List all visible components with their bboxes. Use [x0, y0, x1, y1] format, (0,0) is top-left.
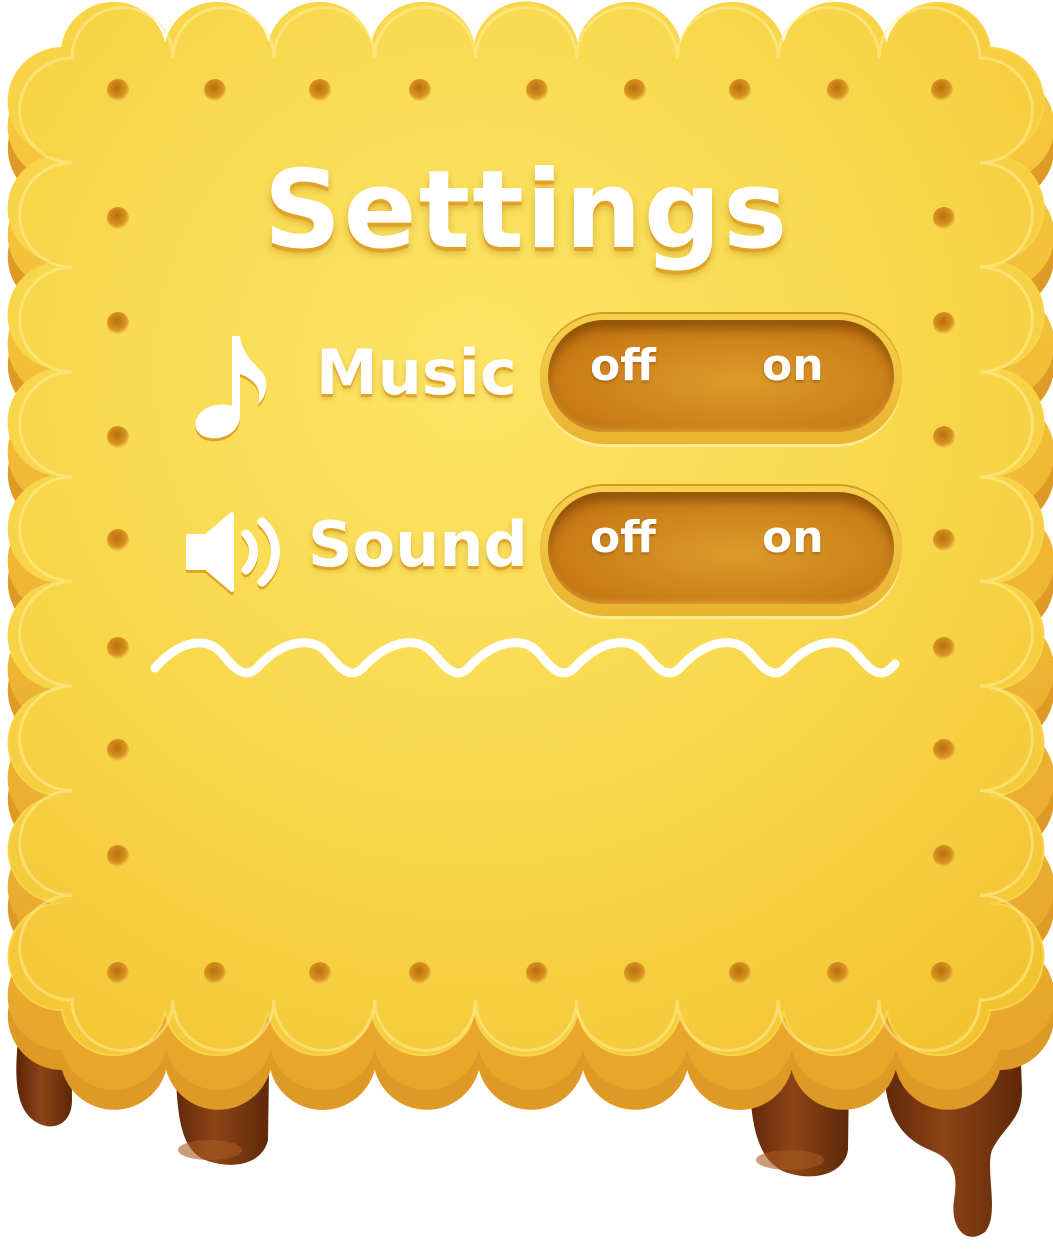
music-off-option[interactable]: off: [590, 340, 656, 391]
music-note-icon: [195, 336, 267, 439]
speaker-icon: [186, 512, 280, 592]
music-setting-row: Music off on: [0, 314, 1053, 444]
settings-title: Settings: [263, 148, 790, 273]
music-on-option[interactable]: on: [762, 340, 824, 391]
biscuit-hole: [933, 739, 955, 761]
biscuit-hole: [827, 962, 849, 984]
biscuit-hole: [827, 79, 849, 101]
biscuit-hole: [107, 845, 129, 867]
biscuit-hole: [409, 962, 431, 984]
biscuit-hole: [624, 79, 646, 101]
biscuit-hole: [624, 962, 646, 984]
biscuit-hole: [931, 79, 953, 101]
biscuit-hole: [107, 962, 129, 984]
music-toggle[interactable]: off on: [540, 314, 902, 444]
music-label: Music: [316, 336, 517, 409]
biscuit-hole: [409, 79, 431, 101]
biscuit-hole: [309, 79, 331, 101]
sound-setting-row: Sound off on: [0, 486, 1053, 616]
biscuit-hole: [204, 79, 226, 101]
biscuit-hole: [309, 962, 331, 984]
sound-toggle[interactable]: off on: [540, 486, 902, 616]
biscuit-hole: [107, 79, 129, 101]
biscuit-hole: [729, 962, 751, 984]
biscuit-hole: [107, 739, 129, 761]
sound-on-option[interactable]: on: [762, 512, 824, 563]
biscuit-hole: [526, 962, 548, 984]
sound-off-option[interactable]: off: [590, 512, 656, 563]
biscuit-hole: [931, 962, 953, 984]
biscuit-hole: [933, 637, 955, 659]
biscuit-hole: [107, 637, 129, 659]
biscuit-hole: [526, 79, 548, 101]
biscuit-hole: [933, 845, 955, 867]
settings-dialog: Settings Music off on Sound off on: [0, 0, 1053, 1254]
biscuit-hole: [729, 79, 751, 101]
sound-label: Sound: [308, 508, 528, 581]
biscuit-hole: [204, 962, 226, 984]
